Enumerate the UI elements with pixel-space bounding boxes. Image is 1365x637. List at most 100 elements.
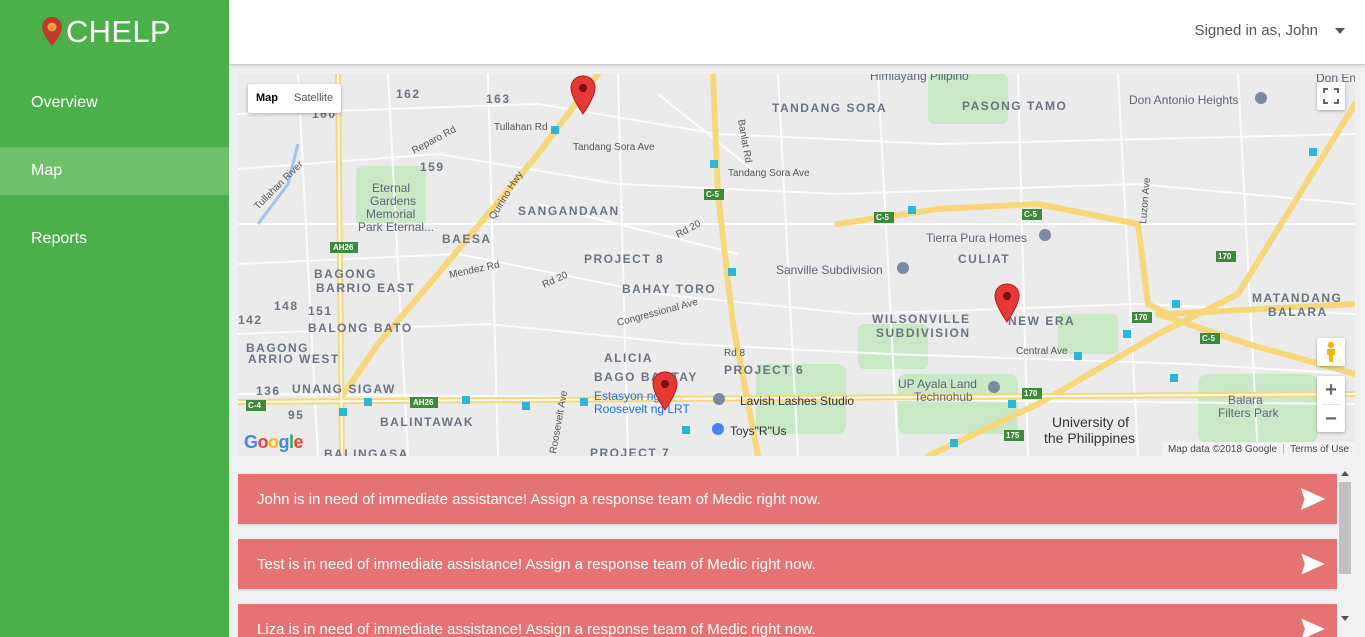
svg-text:BALONG BATO: BALONG BATO (308, 321, 413, 335)
brand-logo[interactable]: CHELP (40, 14, 171, 50)
svg-text:Rd 8: Rd 8 (724, 348, 746, 359)
svg-text:BARRIO EAST: BARRIO EAST (316, 281, 415, 295)
svg-text:SANGANDAAN: SANGANDAAN (518, 204, 620, 218)
sidebar-item-map[interactable]: Map (0, 147, 229, 195)
plus-icon: + (1325, 378, 1337, 401)
svg-text:170: 170 (1134, 313, 1148, 322)
zoom-control: + − (1317, 376, 1345, 432)
fullscreen-button[interactable] (1317, 82, 1345, 110)
map-type-control: Map Satellite (248, 84, 342, 113)
svg-text:University of: University of (1052, 414, 1129, 430)
sidebar-item-reports[interactable]: Reports (0, 215, 229, 263)
svg-text:BAGO BANTAY: BAGO BANTAY (594, 370, 698, 384)
svg-text:Lavish Lashes Studio: Lavish Lashes Studio (740, 394, 854, 408)
svg-text:AH26: AH26 (333, 243, 354, 252)
svg-text:BAHAY TORO: BAHAY TORO (622, 282, 716, 296)
map-data-label: Map data ©2018 Google (1167, 443, 1278, 455)
svg-text:159: 159 (420, 160, 445, 174)
svg-text:163: 163 (486, 92, 511, 106)
svg-text:C-5: C-5 (1202, 334, 1215, 343)
svg-text:Tullahan Rd: Tullahan Rd (494, 122, 548, 133)
svg-text:170: 170 (1218, 252, 1232, 261)
svg-text:C-5: C-5 (876, 213, 889, 222)
svg-text:Filters Park: Filters Park (1218, 406, 1280, 420)
svg-text:AH26: AH26 (413, 398, 434, 407)
svg-text:Tandang Sora Ave: Tandang Sora Ave (728, 168, 810, 179)
svg-text:UP Ayala Land: UP Ayala Land (898, 377, 977, 391)
svg-text:Don Antonio Heights: Don Antonio Heights (1129, 93, 1238, 107)
scroll-thumb[interactable] (1339, 482, 1351, 574)
sidebar-item-overview[interactable]: Overview (0, 79, 229, 127)
top-bar: Signed in as, John (229, 0, 1365, 65)
svg-text:BALARA: BALARA (1268, 305, 1328, 319)
svg-text:C-4: C-4 (248, 401, 261, 410)
svg-text:175: 175 (1006, 431, 1020, 440)
sidebar-item-label: Overview (31, 94, 98, 111)
send-icon[interactable] (1299, 550, 1327, 578)
zoom-out-button[interactable]: − (1317, 405, 1345, 433)
svg-text:SUBDIVISION: SUBDIVISION (876, 326, 971, 340)
alert-item: Liza is in need of immediate assistance!… (238, 604, 1337, 637)
map-type-satellite-button[interactable]: Satellite (286, 84, 341, 113)
brand-name: CHELP (66, 14, 171, 49)
scroll-up-icon[interactable] (1341, 471, 1349, 476)
alerts-list[interactable]: John is in need of immediate assistance!… (238, 466, 1353, 637)
scroll-down-icon[interactable] (1341, 616, 1349, 621)
svg-text:Tandang Sora Ave: Tandang Sora Ave (573, 142, 655, 153)
svg-text:PASONG TAMO: PASONG TAMO (962, 99, 1067, 113)
svg-text:BALINGASA: BALINGASA (324, 447, 409, 456)
alerts-scrollbar[interactable] (1337, 466, 1354, 637)
svg-text:CULIAT: CULIAT (958, 252, 1010, 266)
google-logo[interactable]: Google (244, 432, 304, 453)
svg-text:Gardens: Gardens (370, 194, 416, 208)
svg-text:136: 136 (256, 384, 281, 398)
chevron-down-icon (1335, 27, 1345, 34)
svg-text:Tierra Pura Homes: Tierra Pura Homes (926, 231, 1027, 245)
incident-pin-1[interactable] (570, 75, 596, 115)
svg-text:Memorial: Memorial (366, 207, 415, 221)
svg-text:Central Ave: Central Ave (1016, 346, 1068, 357)
svg-text:Sanville Subdivision: Sanville Subdivision (776, 263, 883, 277)
svg-text:148: 148 (274, 299, 299, 313)
svg-text:Eternal: Eternal (372, 181, 410, 195)
svg-text:Balara: Balara (1228, 393, 1263, 407)
svg-text:170: 170 (1024, 389, 1038, 398)
svg-text:BAESA: BAESA (442, 232, 492, 246)
svg-text:PROJECT 8: PROJECT 8 (584, 252, 664, 266)
svg-text:PROJECT 6: PROJECT 6 (724, 363, 804, 377)
terms-link[interactable]: Terms of Use (1284, 444, 1355, 455)
street-view-button[interactable] (1317, 338, 1345, 366)
svg-text:Himlayang Pilipino: Himlayang Pilipino (870, 74, 969, 83)
signed-in-label: Signed in as, John (1194, 22, 1318, 39)
svg-text:MATANDANG: MATANDANG (1252, 291, 1342, 305)
minus-icon: − (1325, 407, 1337, 430)
incident-pin-3[interactable] (652, 371, 678, 411)
send-icon[interactable] (1299, 485, 1327, 513)
alert-item: Test is in need of immediate assistance!… (238, 539, 1337, 589)
send-icon[interactable] (1299, 615, 1327, 637)
svg-text:BAGONG: BAGONG (314, 267, 377, 281)
sidebar: CHELP Overview Map Reports (0, 0, 229, 637)
svg-text:C-5: C-5 (706, 190, 719, 199)
map-view[interactable]: 162 163 160 159 148 151 142 136 95 TANDANG SOR… (238, 74, 1355, 456)
alert-message: Test is in need of immediate assistance!… (257, 555, 816, 573)
map-type-map-button[interactable]: Map (248, 84, 286, 113)
svg-text:Technohub: Technohub (914, 390, 973, 404)
svg-text:WILSONVILLE: WILSONVILLE (872, 312, 971, 326)
svg-text:162: 162 (396, 87, 421, 101)
svg-text:the Philippines: the Philippines (1044, 430, 1135, 446)
alert-message: John is in need of immediate assistance!… (257, 490, 821, 508)
alert-message: Liza is in need of immediate assistance!… (257, 620, 816, 637)
alert-item: John is in need of immediate assistance!… (238, 474, 1337, 524)
sidebar-item-label: Map (31, 162, 63, 179)
svg-text:Estasyon ng: Estasyon ng (594, 389, 660, 403)
svg-text:151: 151 (308, 304, 333, 318)
user-menu[interactable]: Signed in as, John (1195, 22, 1345, 39)
location-pin-icon (42, 17, 62, 46)
pegman-icon (1327, 341, 1335, 362)
incident-pin-2[interactable] (994, 283, 1020, 323)
map-canvas[interactable]: 162 163160 159148 151 14213695 TANDANG SOR… (238, 74, 1355, 456)
zoom-in-button[interactable]: + (1317, 376, 1345, 404)
svg-text:BALINTAWAK: BALINTAWAK (380, 415, 474, 429)
svg-text:95: 95 (288, 408, 304, 422)
